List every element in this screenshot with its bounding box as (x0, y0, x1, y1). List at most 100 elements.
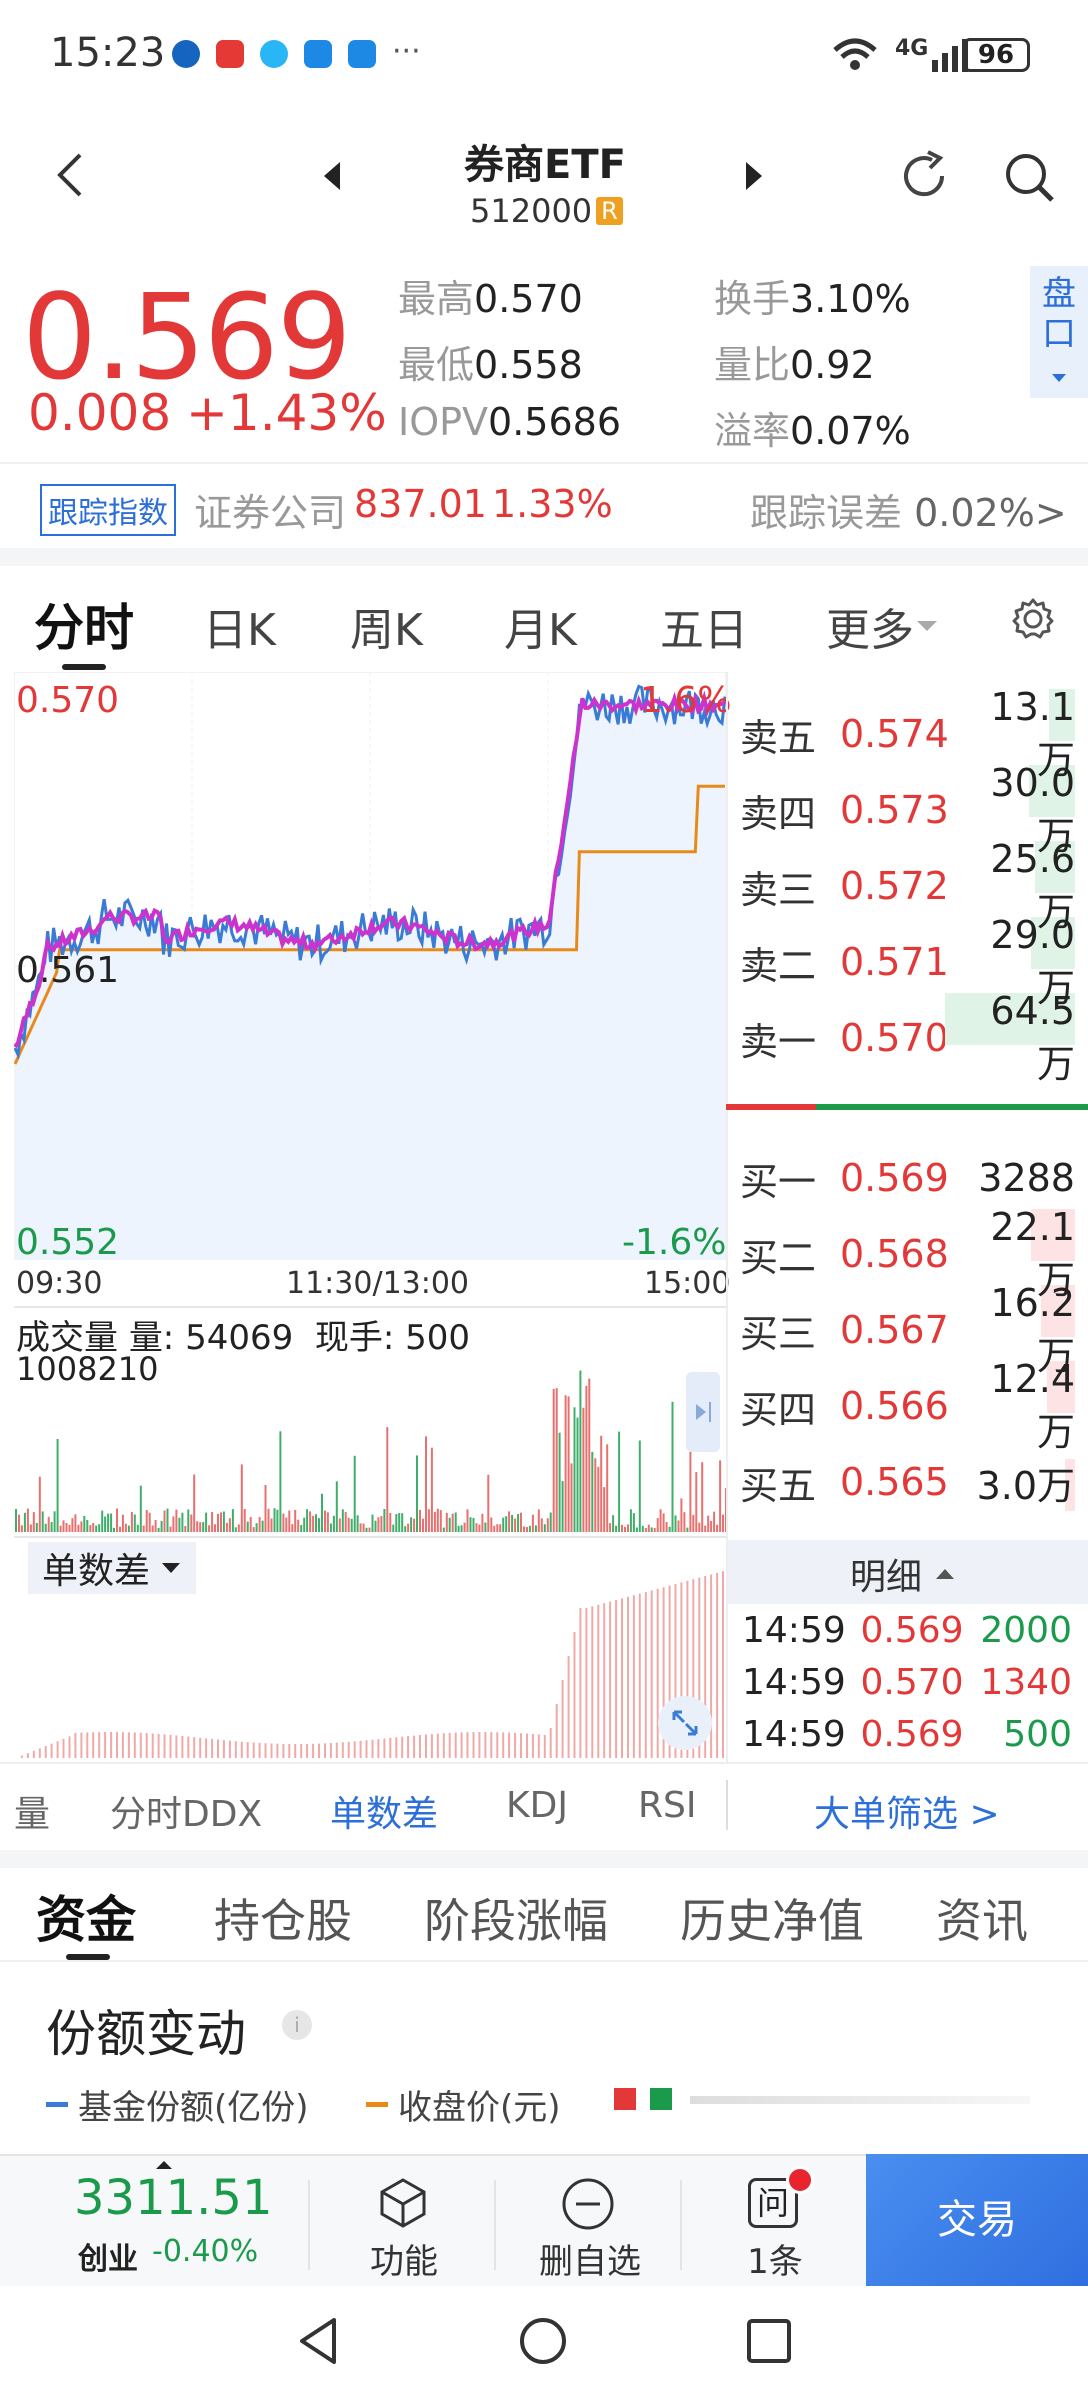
remove-watchlist-icon[interactable] (560, 2176, 616, 2236)
volume-bar (475, 1523, 478, 1532)
questions-button[interactable]: 1条 (730, 2234, 820, 2283)
volume-bar (157, 1527, 160, 1532)
system-home-icon[interactable] (518, 2316, 568, 2370)
diff-bar (56, 1741, 59, 1758)
ind-tab-kdj[interactable]: KDJ (506, 1785, 568, 1826)
prev-stock-button[interactable] (320, 160, 344, 196)
app-notification-icon (260, 40, 288, 68)
collapse-handle[interactable] (686, 1372, 720, 1452)
settings-gear-icon[interactable] (1010, 596, 1056, 646)
volume-bar (119, 1526, 121, 1532)
diff-bar (401, 1736, 404, 1758)
buy-level-row[interactable]: 买三 0.567 16.2万 (740, 1281, 1075, 1378)
buy-level-row[interactable]: 买五 0.565 3.0万 (740, 1452, 1075, 1512)
volume-bar (647, 1524, 650, 1532)
volume-bar (300, 1525, 303, 1532)
share-change-title: 份额变动 (46, 2005, 246, 2063)
back-button[interactable] (50, 150, 90, 200)
refresh-icon[interactable] (898, 148, 954, 208)
volume-bar (585, 1385, 588, 1532)
diff-bar (371, 1739, 374, 1758)
tab-monthly-k[interactable]: 月K (504, 594, 577, 658)
volume-bar (653, 1528, 656, 1532)
volume-bar (386, 1427, 389, 1532)
sell-level-row[interactable]: 卖一 0.570 64.5万 (740, 989, 1075, 1086)
ticks-title[interactable]: 明细 (850, 1548, 956, 1600)
ind-tab-rsi[interactable]: RSI (638, 1785, 696, 1826)
buy-level-row[interactable]: 买一 0.569 3288 (740, 1148, 1075, 1208)
info-icon[interactable]: i (282, 2010, 312, 2040)
volume-bar (579, 1370, 582, 1532)
system-back-icon[interactable] (294, 2316, 342, 2370)
volume-bar (178, 1517, 181, 1532)
volume-bar (246, 1521, 249, 1532)
sell-level-row[interactable]: 卖二 0.571 29.0万 (740, 913, 1075, 1010)
tick-price: 0.569 (860, 1610, 964, 1651)
diff-bar (98, 1732, 101, 1758)
remove-watchlist-button[interactable]: 删自选 (530, 2234, 650, 2283)
sell-level-row[interactable]: 卖四 0.573 30.0万 (740, 761, 1075, 858)
trade-button[interactable]: 交易 (866, 2154, 1088, 2286)
level-price: 0.572 (840, 864, 949, 908)
orderbook-side-tab[interactable]: 盘口 (1030, 266, 1088, 398)
ind-tab-ddx[interactable]: 分时DDX (110, 1785, 262, 1837)
volume-bar (380, 1516, 383, 1532)
market-index-name: 创业 (78, 2242, 138, 2277)
big-order-filter-link[interactable]: 大单筛选 > (814, 1785, 1000, 1837)
diff-bar (240, 1741, 243, 1758)
diff-bar (181, 1736, 184, 1758)
diff-bar (627, 1596, 629, 1758)
volume-bar (344, 1511, 347, 1532)
function-button[interactable]: 功能 (356, 2234, 452, 2283)
diff-bar (175, 1735, 178, 1758)
tab-more[interactable]: 更多 (826, 594, 940, 658)
volume-bar (297, 1519, 300, 1532)
next-stock-button[interactable] (742, 160, 766, 196)
tab-period-change[interactable]: 阶段涨幅 (424, 1885, 608, 1951)
system-recents-icon[interactable] (746, 2318, 792, 2368)
sell-level-row[interactable]: 卖五 0.574 13.1万 (740, 685, 1075, 782)
divider (14, 1306, 726, 1308)
tab-daily-k[interactable]: 日K (203, 594, 276, 658)
volume-bar (573, 1407, 576, 1532)
volume-bar (442, 1527, 445, 1532)
volume-bar (374, 1520, 377, 1532)
volume-bar (231, 1509, 234, 1532)
expand-icon[interactable] (658, 1696, 712, 1750)
tab-holdings[interactable]: 持仓股 (214, 1885, 352, 1951)
volume-bar (683, 1512, 686, 1532)
tab-timeshare[interactable]: 分时 (34, 588, 134, 660)
function-icon[interactable] (376, 2176, 430, 2234)
tab-funds[interactable]: 资金 (36, 1880, 136, 1952)
diff-bar (555, 1704, 558, 1758)
tab-news[interactable]: 资讯 (936, 1885, 1028, 1951)
tracking-error[interactable]: 跟踪误差 0.02%> (750, 482, 1067, 537)
time-label-open: 09:30 (16, 1266, 103, 1301)
search-icon[interactable] (1002, 150, 1058, 210)
tab-nav-history[interactable]: 历史净值 (680, 1885, 864, 1951)
diff-bar (514, 1732, 517, 1758)
tab-weekly-k[interactable]: 周K (350, 594, 423, 658)
intraday-price-chart[interactable] (14, 672, 726, 1260)
ind-tab-order-diff[interactable]: 单数差 (330, 1785, 438, 1837)
diff-bar (288, 1744, 291, 1758)
tab-five-day[interactable]: 五日 (660, 594, 748, 658)
volume-bar (395, 1514, 398, 1532)
market-index-value[interactable]: 3311.51 (74, 2170, 273, 2226)
volume-bar (53, 1511, 56, 1532)
buy-level-row[interactable]: 买四 0.566 12.4万 (740, 1357, 1075, 1454)
buy-level-row[interactable]: 买二 0.568 22.1万 (740, 1205, 1075, 1302)
diff-bar (353, 1741, 356, 1758)
volume-bar (511, 1515, 514, 1532)
app-notification-icon (172, 40, 200, 68)
more-notifications-icon: ··· (392, 34, 421, 69)
tick-price: 0.569 (860, 1714, 964, 1755)
volume-bar (50, 1522, 53, 1532)
ind-tab-volume[interactable]: 量 (14, 1785, 50, 1837)
volume-bar (677, 1520, 680, 1532)
volume-bar (552, 1388, 555, 1532)
volume-bar (534, 1525, 537, 1532)
stock-title: 券商ETF (464, 142, 626, 188)
volume-bar (184, 1526, 187, 1532)
sell-level-row[interactable]: 卖三 0.572 25.6万 (740, 837, 1075, 934)
